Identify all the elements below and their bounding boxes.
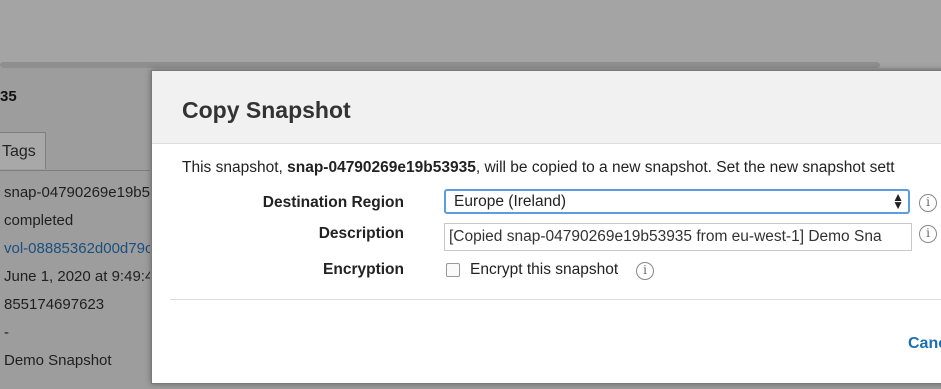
destination-region-select[interactable]: Europe (Ireland) ▲ ▼: [444, 189, 910, 214]
intro-snapshot-id: snap-04790269e19b53935: [287, 159, 476, 176]
info-icon[interactable]: i: [636, 262, 654, 280]
background-started-value: June 1, 2020 at 9:49:4: [4, 268, 150, 285]
background-description-value: Demo Snapshot: [4, 352, 112, 369]
background-volume-link[interactable]: vol-08885362d00d79c: [4, 240, 150, 257]
encryption-label: Encryption: [323, 261, 404, 278]
select-arrows-icon: ▲ ▼: [892, 190, 904, 212]
destination-region-label: Destination Region: [262, 194, 404, 211]
destination-region-value: Europe (Ireland): [454, 193, 567, 210]
dialog-title: Copy Snapshot: [182, 97, 351, 123]
background-status-value: completed: [4, 212, 74, 229]
info-icon[interactable]: i: [919, 194, 937, 212]
dialog-intro: This snapshot, snap-04790269e19b53935, w…: [182, 159, 895, 177]
encrypt-checkbox-label[interactable]: Encrypt this snapshot: [470, 261, 618, 279]
description-input[interactable]: [Copied snap-04790269e19b53935 from eu-w…: [444, 223, 912, 251]
background-tabs: Tags: [0, 128, 150, 171]
background-snapshot-value: snap-04790269e19b53935: [4, 184, 150, 201]
dialog-header: Copy Snapshot: [152, 71, 941, 144]
dialog-divider: [170, 299, 941, 300]
description-label: Description: [318, 225, 404, 242]
info-icon[interactable]: i: [919, 225, 937, 243]
intro-prefix: This snapshot,: [182, 159, 288, 176]
cancel-button[interactable]: Canc: [908, 335, 941, 353]
intro-suffix: , will be copied to a new snapshot. Set …: [475, 159, 895, 176]
background-header: [0, 0, 941, 68]
background-owner-value: 855174697623: [4, 296, 105, 313]
background-snapshot-id: 35: [0, 88, 17, 105]
copy-snapshot-dialog: Copy Snapshot This snapshot, snap-047902…: [151, 70, 941, 384]
background-dash-value: -: [4, 324, 9, 341]
encrypt-checkbox[interactable]: [446, 263, 460, 277]
tab-tags[interactable]: Tags: [0, 132, 46, 169]
